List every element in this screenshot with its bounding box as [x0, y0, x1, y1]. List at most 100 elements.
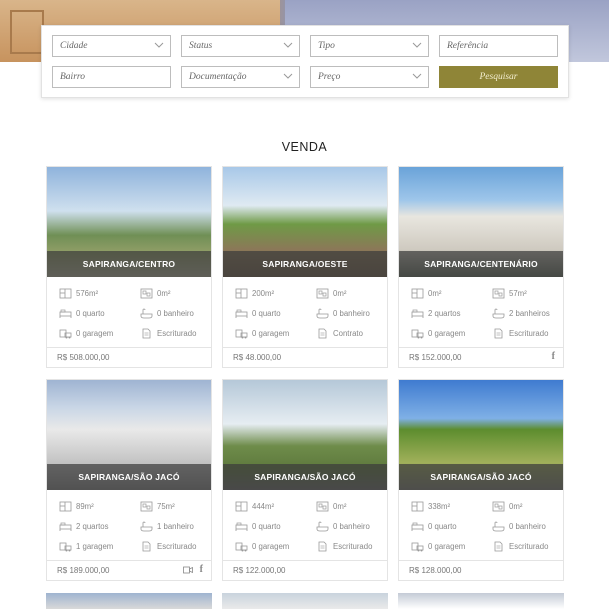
video-icon[interactable] [183, 566, 194, 574]
document-icon [318, 541, 327, 552]
garage-value: 1 garagem [76, 542, 114, 551]
property-photo[interactable]: SAPIRANGA/CENTRO [47, 167, 211, 277]
bedrooms-value: 0 quarto [252, 309, 281, 318]
area-total-value: 444m² [252, 502, 275, 511]
area-built-value: 0m² [157, 289, 171, 298]
bed-icon [59, 522, 72, 531]
bath-icon [316, 521, 329, 532]
bedrooms-value: 2 quartos [76, 522, 109, 531]
tipo-label: Tipo [318, 41, 335, 51]
area-built-icon [316, 288, 329, 299]
section-title: VENDA [281, 140, 328, 154]
search-button[interactable]: Pesquisar [439, 66, 558, 88]
bed-icon [411, 309, 424, 318]
bathrooms-value: 0 banheiro [333, 522, 370, 531]
cidade-select[interactable]: Cidade [52, 35, 171, 57]
garage-value: 0 garagem [252, 542, 290, 551]
referencia-placeholder: Referência [447, 41, 489, 51]
property-card[interactable]: SAPIRANGA/SÃO JACÓ 444m² 0m² 0 quarto 0 … [222, 379, 388, 581]
chevron-down-icon [412, 42, 422, 48]
bedrooms-value: 0 quarto [428, 522, 457, 531]
bathrooms-value: 0 banheiro [157, 309, 194, 318]
area-built-icon [316, 501, 329, 512]
card-divider [223, 347, 387, 348]
area-total-value: 576m² [76, 289, 99, 298]
property-card[interactable]: SAPIRANGA/SÃO JACÓ 338m² 0m² 0 quarto 0 … [398, 379, 564, 581]
area-built-value: 0m² [333, 502, 347, 511]
bedrooms-value: 2 quartos [428, 309, 461, 318]
property-location: SAPIRANGA/SÃO JACÓ [399, 464, 563, 490]
area-total-value: 89m² [76, 502, 94, 511]
bath-icon [492, 521, 505, 532]
property-photo[interactable]: SAPIRANGA/CENTENÁRIO [399, 167, 563, 277]
listing-photo-partial[interactable] [46, 593, 212, 609]
document-icon [494, 541, 503, 552]
garage-icon [59, 329, 72, 339]
property-photo[interactable]: SAPIRANGA/OESTE [223, 167, 387, 277]
preco-select[interactable]: Preço [310, 66, 429, 88]
garage-icon [235, 329, 248, 339]
area-total-icon [59, 501, 72, 512]
documentacao-label: Documentação [189, 72, 247, 82]
bathrooms-value: 0 banheiro [509, 522, 546, 531]
bedrooms-value: 0 quarto [252, 522, 281, 531]
bedrooms-value: 0 quarto [76, 309, 105, 318]
document-icon [142, 328, 151, 339]
documentation-value: Contrato [333, 329, 363, 338]
property-price: R$ 128.000,00 [409, 566, 462, 575]
property-price: R$ 122.000,00 [233, 566, 286, 575]
property-price: R$ 48.000,00 [233, 353, 282, 362]
property-photo[interactable]: SAPIRANGA/SÃO JACÓ [223, 380, 387, 490]
bath-icon [140, 521, 153, 532]
property-card[interactable]: SAPIRANGA/SÃO JACÓ 89m² 75m² 2 quartos 1… [46, 379, 212, 581]
status-label: Status [189, 41, 213, 51]
property-card[interactable]: SAPIRANGA/CENTENÁRIO 0m² 57m² 2 quartos … [398, 166, 564, 368]
property-card[interactable]: SAPIRANGA/CENTRO 576m² 0m² 0 quarto 0 ba… [46, 166, 212, 368]
card-divider [47, 560, 211, 561]
property-card[interactable]: SAPIRANGA/OESTE 200m² 0m² 0 quarto 0 ban… [222, 166, 388, 368]
bath-icon [492, 308, 505, 319]
document-icon [494, 328, 503, 339]
bath-icon [316, 308, 329, 319]
chevron-down-icon [412, 73, 422, 79]
documentation-value: Escriturado [333, 542, 373, 551]
area-total-value: 338m² [428, 502, 451, 511]
area-built-value: 75m² [157, 502, 175, 511]
facebook-icon[interactable]: f [552, 351, 555, 362]
bathrooms-value: 1 banheiro [157, 522, 194, 531]
property-location: SAPIRANGA/CENTRO [47, 251, 211, 277]
area-total-value: 0m² [428, 289, 442, 298]
chevron-down-icon [283, 42, 293, 48]
bathrooms-value: 0 banheiro [333, 309, 370, 318]
documentacao-select[interactable]: Documentação [181, 66, 300, 88]
bed-icon [59, 309, 72, 318]
bairro-input[interactable]: Bairro [52, 66, 171, 88]
chevron-down-icon [283, 73, 293, 79]
area-built-icon [140, 288, 153, 299]
area-total-icon [411, 288, 424, 299]
facebook-icon[interactable]: f [200, 564, 203, 575]
share-icons: f [552, 351, 555, 362]
property-location: SAPIRANGA/OESTE [223, 251, 387, 277]
document-icon [318, 328, 327, 339]
card-divider [399, 347, 563, 348]
area-built-icon [492, 501, 505, 512]
property-photo[interactable]: SAPIRANGA/SÃO JACÓ [47, 380, 211, 490]
property-price: R$ 508.000,00 [57, 353, 110, 362]
card-divider [47, 347, 211, 348]
document-icon [142, 541, 151, 552]
garage-icon [59, 542, 72, 552]
property-price: R$ 189.000,00 [57, 566, 110, 575]
property-location: SAPIRANGA/SÃO JACÓ [47, 464, 211, 490]
bed-icon [411, 522, 424, 531]
preco-label: Preço [318, 72, 341, 82]
bed-icon [235, 522, 248, 531]
referencia-input[interactable]: Referência [439, 35, 558, 57]
area-built-icon [140, 501, 153, 512]
garage-value: 0 garagem [428, 329, 466, 338]
tipo-select[interactable]: Tipo [310, 35, 429, 57]
property-photo[interactable]: SAPIRANGA/SÃO JACÓ [399, 380, 563, 490]
status-select[interactable]: Status [181, 35, 300, 57]
listing-photo-partial[interactable] [398, 593, 564, 609]
listing-photo-partial[interactable] [222, 593, 388, 609]
